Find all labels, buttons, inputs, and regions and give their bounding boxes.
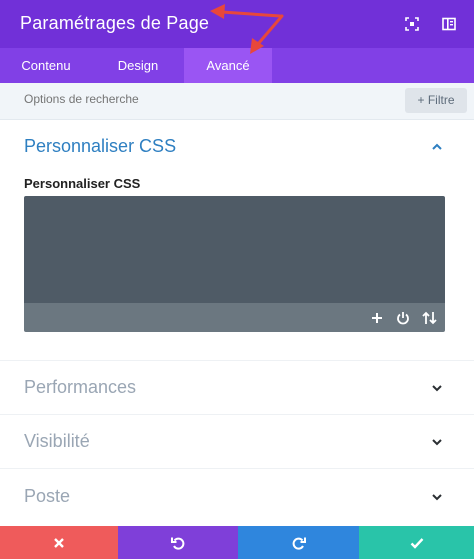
- section-title-performances: Performances: [24, 377, 137, 397]
- sort-arrows-icon[interactable]: [421, 310, 437, 326]
- cancel-button[interactable]: [0, 526, 118, 559]
- section-poste[interactable]: Poste: [0, 469, 474, 525]
- close-icon: [54, 537, 64, 548]
- section-title-visibilite: Visibilité: [24, 431, 90, 451]
- page-title: Paramétrages de Page: [20, 13, 210, 33]
- plus-icon[interactable]: [369, 310, 385, 326]
- footer-actions: [0, 526, 474, 559]
- custom-css-field-label: Personnaliser CSS: [24, 176, 141, 191]
- expand-icon[interactable]: [404, 16, 420, 32]
- chevron-down-icon[interactable]: [430, 435, 444, 449]
- tab-design[interactable]: Design: [92, 48, 184, 83]
- chevron-down-icon[interactable]: [430, 490, 444, 504]
- search-input[interactable]: [22, 91, 386, 107]
- tab-avance[interactable]: Avancé: [184, 48, 272, 83]
- tab-bar: Contenu Design Avancé: [0, 48, 474, 83]
- check-icon: [410, 537, 423, 549]
- undo-button[interactable]: [118, 526, 238, 559]
- search-bar: + Filtre: [0, 83, 474, 120]
- power-icon[interactable]: [395, 310, 411, 326]
- css-code-editor[interactable]: [24, 196, 445, 303]
- tab-contenu[interactable]: Contenu: [0, 48, 92, 83]
- filter-button[interactable]: + Filtre: [405, 88, 467, 113]
- section-performances[interactable]: Performances: [0, 361, 474, 415]
- section-visibilite[interactable]: Visibilité: [0, 415, 474, 469]
- undo-icon: [171, 537, 185, 550]
- chevron-up-icon[interactable]: [430, 140, 444, 154]
- sidebar-toggle-icon[interactable]: [441, 16, 457, 32]
- settings-header: Paramétrages de Page: [0, 0, 474, 48]
- code-editor-toolbar: [24, 303, 445, 332]
- save-button[interactable]: [359, 526, 474, 559]
- redo-button[interactable]: [238, 526, 359, 559]
- redo-icon: [292, 537, 306, 550]
- section-title-poste: Poste: [24, 486, 71, 506]
- section-title-custom-css[interactable]: Personnaliser CSS: [24, 136, 176, 157]
- chevron-down-icon[interactable]: [430, 381, 444, 395]
